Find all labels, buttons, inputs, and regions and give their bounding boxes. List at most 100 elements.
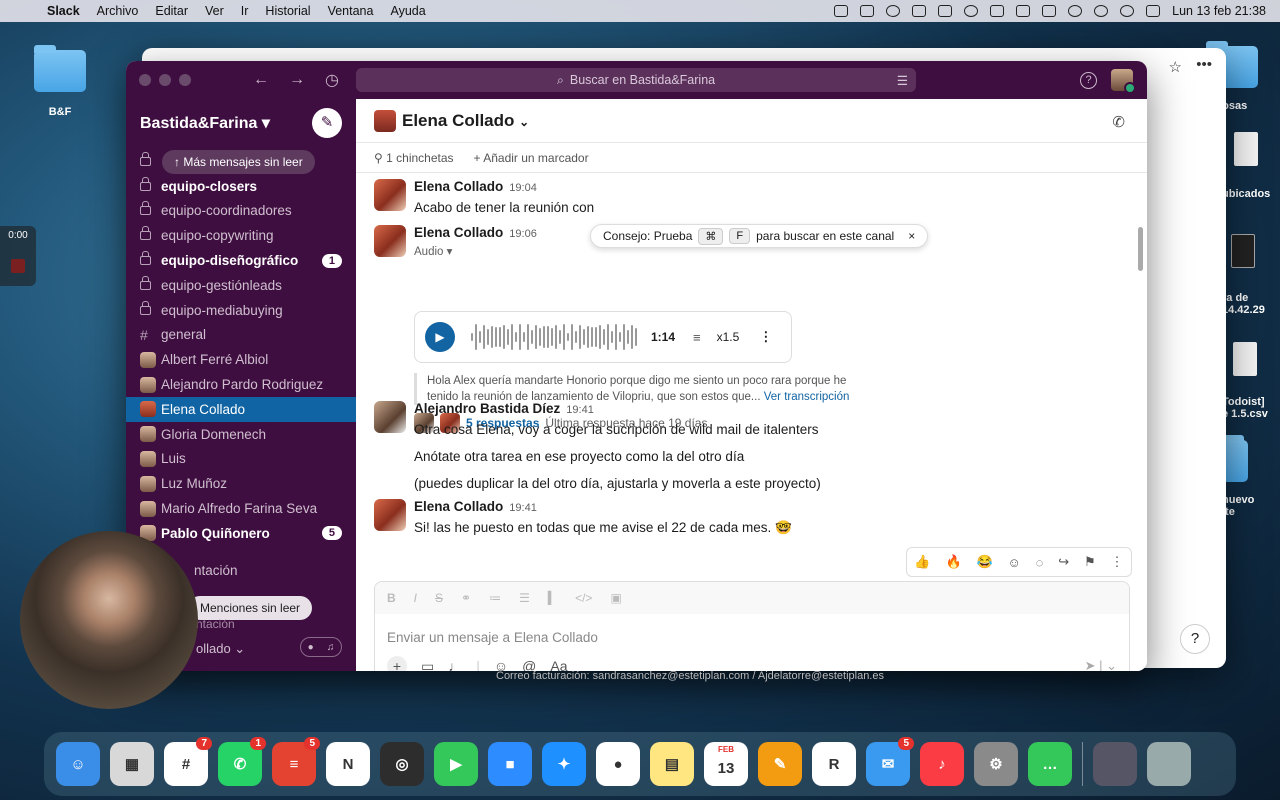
app-status-icon[interactable] [860, 5, 875, 17]
send-button[interactable]: ➤ | ⌄ [1085, 658, 1117, 671]
stop-icon[interactable] [11, 259, 25, 273]
history-icon[interactable]: ◷ [325, 70, 339, 90]
message-time[interactable]: 19:41 [566, 404, 594, 416]
dock-zoom-icon[interactable]: ■ [488, 742, 532, 786]
sidebar-item-alejandro[interactable]: Alejandro Pardo Rodriguez [126, 372, 356, 397]
dock-obs-icon[interactable]: ◎ [380, 742, 424, 786]
transcript-icon[interactable]: ≡ [693, 330, 701, 345]
sidebar-item-luz[interactable]: Luz Muñoz [126, 471, 356, 496]
menu-app-name[interactable]: Slack [47, 4, 80, 18]
sidebar-item-equipo-coordinadores[interactable]: equipo-coordinadores [126, 199, 356, 224]
dock-messages-icon[interactable]: … [1028, 742, 1072, 786]
dock-downloads-icon[interactable] [1093, 742, 1137, 786]
dock-pages-icon[interactable]: ✎ [758, 742, 802, 786]
dock-reeder-icon[interactable]: R [812, 742, 856, 786]
phone-icon[interactable]: ✆ [1112, 113, 1125, 131]
back-arrow-icon[interactable]: ← [253, 71, 269, 89]
sidebar-item-luis[interactable]: Luis [126, 447, 356, 472]
dock-mail-icon[interactable]: ✉ 5 [866, 737, 914, 786]
thumbs-up-icon[interactable]: 👍 [914, 554, 930, 570]
italic-icon[interactable]: I [414, 591, 417, 605]
control-center-icon[interactable] [1146, 5, 1161, 17]
reply-thread-icon[interactable]: ◌ [1036, 555, 1044, 570]
message-sender[interactable]: Elena Collado [414, 179, 503, 194]
message-input[interactable]: Enviar un mensaje a Elena Collado [387, 630, 598, 645]
sidebar-item-pablo[interactable]: Pablo Quiñonero 5 [126, 521, 356, 546]
gmail-icon[interactable] [912, 5, 927, 17]
sidebar-item-gloria[interactable]: Gloria Domenech [126, 422, 356, 447]
help-button[interactable]: ? [1180, 624, 1210, 654]
play-button[interactable]: ▶ [425, 322, 455, 352]
bullet-list-icon[interactable]: ☰ [519, 591, 530, 605]
code-icon[interactable]: </> [575, 591, 592, 605]
sidebar-item-elena[interactable]: Elena Collado [126, 396, 356, 422]
sidebar-item-albert[interactable]: Albert Ferré Albiol [126, 347, 356, 372]
avatar[interactable] [374, 179, 406, 211]
more-icon[interactable]: ⋮ [1110, 554, 1123, 570]
compose-button[interactable]: ✎ [312, 108, 342, 138]
desktop-screenshot[interactable]: ra de 14.42.29 [1222, 234, 1265, 316]
dock-chrome-icon[interactable]: ● [596, 742, 640, 786]
menu-datetime[interactable]: Lun 13 feb 21:38 [1172, 4, 1266, 18]
zoom-window-button[interactable] [179, 74, 191, 86]
stats-icon[interactable] [938, 5, 953, 17]
dock-calendar-icon[interactable]: FEB 13 [704, 742, 748, 786]
message-sender[interactable]: Elena Collado [414, 499, 503, 514]
spotlight-icon[interactable] [1120, 5, 1135, 17]
fire-icon[interactable]: 🔥 [945, 554, 961, 570]
message-sender[interactable]: Alejandro Bastida Díez [414, 401, 560, 416]
sidebar-item-equipo-mediabuying[interactable]: equipo-mediabuying [126, 298, 356, 323]
desktop-folder[interactable]: B&F [34, 45, 86, 118]
sidebar-item-mario[interactable]: Mario Alfredo Farina Seva [126, 496, 356, 521]
desktop-file[interactable]: ubicados [1222, 132, 1270, 200]
dock-notes-icon[interactable]: ▤ [650, 742, 694, 786]
sidebar-item-equipo-gestionleads[interactable]: equipo-gestiónleads [126, 273, 356, 298]
dock-slack-icon[interactable]: #7 [164, 737, 212, 786]
pins-button[interactable]: ⚲ 1 chinchetas [374, 151, 454, 165]
message-sender[interactable]: Elena Collado [414, 225, 503, 240]
bookmark-icon[interactable]: ⚑ [1084, 554, 1096, 570]
sidebar-item-equipo-copywriting[interactable]: equipo-copywriting [126, 223, 356, 248]
message-time[interactable]: 19:04 [509, 182, 537, 194]
link-icon[interactable]: ⚭ [461, 591, 471, 605]
search-input[interactable]: ⌕ Buscar en Bastida&Farina ☰ [356, 68, 916, 92]
workspace-name[interactable]: Bastida&Farina ▾ [140, 113, 270, 133]
avatar[interactable] [374, 225, 406, 257]
video-icon[interactable]: ▭ [421, 658, 434, 672]
recording-indicator[interactable]: 0:00 [0, 226, 36, 286]
dock-launchpad-icon[interactable]: ▦ [110, 742, 154, 786]
share-icon[interactable]: ↪ [1058, 554, 1069, 570]
wifi-icon[interactable] [1068, 5, 1083, 17]
star-icon[interactable]: ☆ [1169, 58, 1182, 76]
dock-facetime-icon[interactable]: ▶ [434, 742, 478, 786]
menu-archivo[interactable]: Archivo [97, 4, 139, 18]
huddle-toggle[interactable]: ● ♫ [300, 637, 342, 657]
play-icon[interactable] [964, 5, 979, 17]
menu-ver[interactable]: Ver [205, 4, 224, 18]
avatar[interactable] [374, 499, 406, 531]
dock-notion-icon[interactable]: N [326, 742, 370, 786]
scrollbar[interactable] [1138, 227, 1143, 271]
more-icon[interactable]: ••• [1196, 56, 1212, 73]
dock-safari-icon[interactable]: ✦ [542, 742, 586, 786]
volume-icon[interactable] [990, 5, 1005, 17]
message-time[interactable]: 19:41 [509, 502, 537, 514]
battery-icon[interactable] [1042, 5, 1057, 17]
bluetooth-icon[interactable] [1016, 5, 1031, 17]
forward-arrow-icon[interactable]: → [289, 71, 305, 89]
microphone-icon[interactable]: ♩ [448, 658, 462, 671]
close-icon[interactable]: × [908, 229, 915, 243]
minimize-window-button[interactable] [159, 74, 171, 86]
more-icon[interactable]: ⋮ [759, 329, 772, 345]
more-unread-pill[interactable]: ↑ Más mensajes sin leer [162, 150, 315, 174]
blockquote-icon[interactable]: ▍ [548, 591, 557, 605]
add-reaction-icon[interactable]: ☺ [1008, 555, 1021, 570]
help-icon[interactable]: ? [1080, 71, 1097, 89]
dock-system-settings-icon[interactable]: ⚙ [974, 742, 1018, 786]
avatar[interactable] [374, 401, 406, 433]
chevron-down-icon[interactable]: ⌄ [1106, 658, 1117, 671]
strike-icon[interactable]: S [435, 591, 443, 605]
sidebar-item-equipo-disenografico[interactable]: equipo-diseñográfico 1 [126, 248, 356, 273]
sidebar-item-equipo-closers[interactable]: equipo-closers [126, 174, 356, 199]
menu-editar[interactable]: Editar [155, 4, 188, 18]
